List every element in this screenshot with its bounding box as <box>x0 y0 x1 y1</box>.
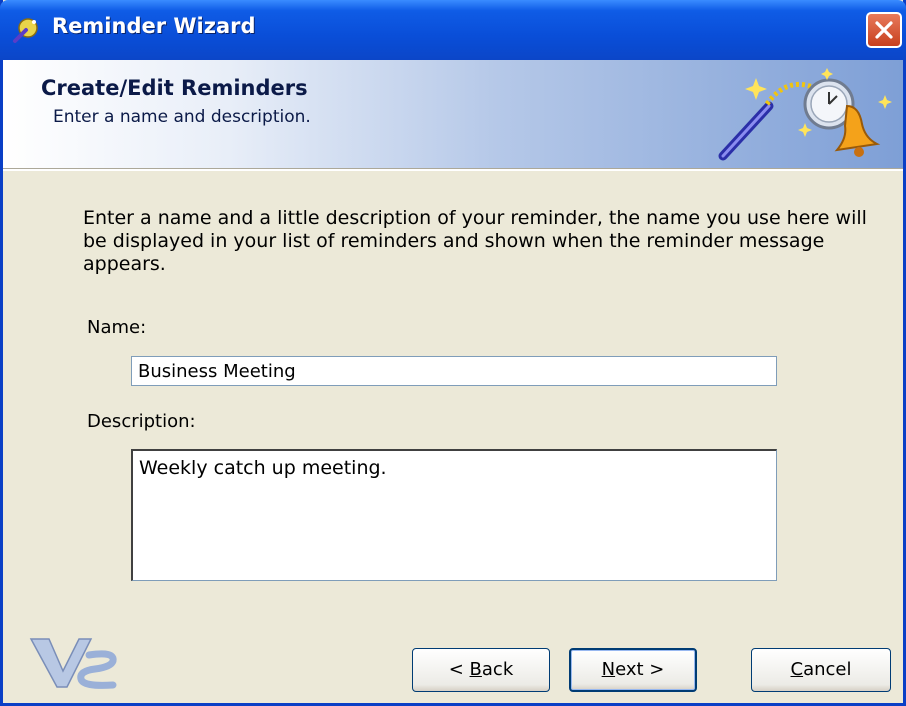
window-title: Reminder Wizard <box>52 14 256 38</box>
description-input[interactable]: Weekly catch up meeting. <box>131 449 777 581</box>
back-button[interactable]: < Back <box>412 648 550 692</box>
cancel-button-label: ancel <box>803 659 852 680</box>
header-title: Create/Edit Reminders <box>41 76 308 100</box>
cancel-button[interactable]: Cancel <box>751 648 891 692</box>
intro-text: Enter a name and a little description of… <box>83 207 867 275</box>
next-button[interactable]: Next > <box>569 648 697 692</box>
cancel-button-accel: C <box>790 659 804 680</box>
next-button-label: ext > <box>615 659 665 680</box>
wizard-header: Create/Edit Reminders Enter a name and d… <box>3 60 903 168</box>
magic-wand-bell-icon <box>718 68 892 161</box>
back-button-accel: B <box>469 659 482 680</box>
name-label: Name: <box>87 317 147 338</box>
title-bar[interactable]: Reminder Wizard <box>0 0 906 60</box>
description-label: Description: <box>87 411 196 432</box>
header-divider <box>3 168 903 171</box>
back-button-prefix: < <box>448 659 470 680</box>
name-input[interactable] <box>131 356 777 386</box>
header-subtitle: Enter a name and description. <box>53 107 311 127</box>
close-button[interactable] <box>866 12 902 48</box>
vs-logo-icon <box>29 638 117 689</box>
reminder-wizard-window: Reminder Wizard Create/Edit Reminders En… <box>0 0 906 706</box>
next-button-accel: N <box>601 659 616 680</box>
back-button-label: ack <box>481 659 514 680</box>
reminder-wizard-icon <box>13 18 38 43</box>
close-icon <box>875 21 893 39</box>
